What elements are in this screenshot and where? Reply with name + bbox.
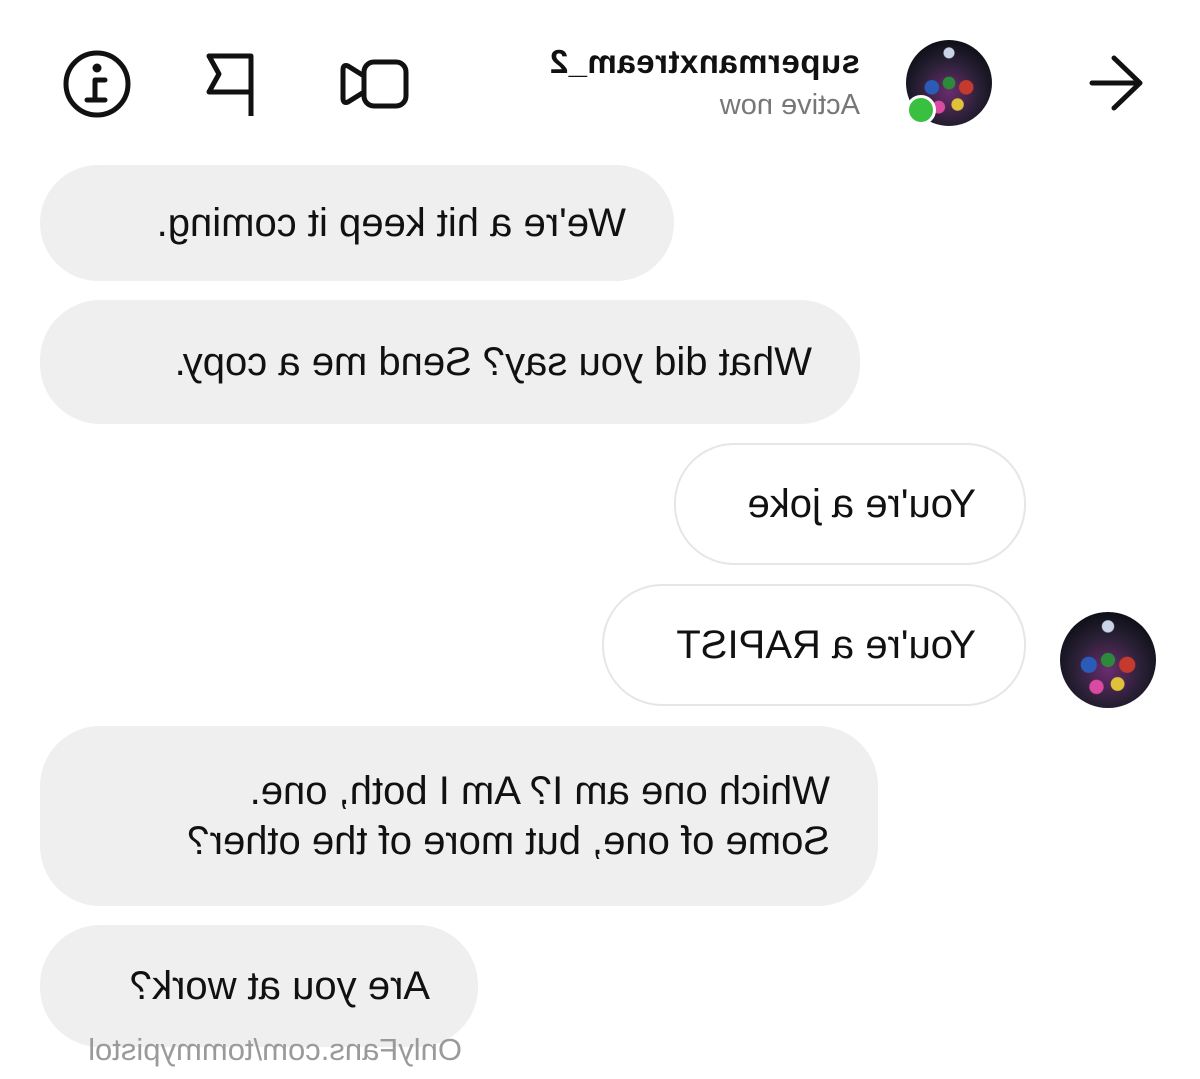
- message-received[interactable]: What did you say? Send me a copy.: [40, 300, 860, 424]
- mirrored-screenshot: supermanxtream_2 Active now We're a hit …: [0, 0, 1200, 1079]
- contact-avatar-small[interactable]: [1060, 612, 1156, 708]
- contact-username: supermanxtream_2: [549, 43, 860, 80]
- message-received[interactable]: We're a hit keep it coming.: [40, 165, 674, 281]
- info-icon[interactable]: [61, 48, 133, 120]
- message-received[interactable]: Are you at work?: [40, 925, 478, 1047]
- message-text: We're a hit keep it coming.: [156, 201, 626, 245]
- message-text: Some of one, but more of the other?: [187, 819, 830, 863]
- message-text: Are you at work?: [129, 964, 430, 1008]
- message-text: Which one am I? Am I both, one.: [249, 769, 830, 813]
- conversation-title[interactable]: supermanxtream_2 Active now: [480, 42, 860, 122]
- watermark: OnlyFans.com/tommypistol: [88, 1032, 462, 1067]
- message-received[interactable]: Which one am I? Am I both, one. Some of …: [40, 726, 878, 906]
- video-call-icon[interactable]: [338, 48, 410, 120]
- back-arrow-icon[interactable]: [1084, 48, 1154, 118]
- message-sent[interactable]: You're a RAPIST: [602, 584, 1026, 706]
- message-text: You're a RAPIST: [676, 623, 976, 667]
- online-status-dot: [906, 95, 936, 125]
- message-sent[interactable]: You're a joke: [674, 443, 1026, 565]
- message-text: You're a joke: [747, 482, 976, 526]
- flag-icon[interactable]: [193, 48, 265, 120]
- active-status: Active now: [719, 89, 860, 121]
- message-text: What did you say? Send me a copy.: [174, 340, 812, 384]
